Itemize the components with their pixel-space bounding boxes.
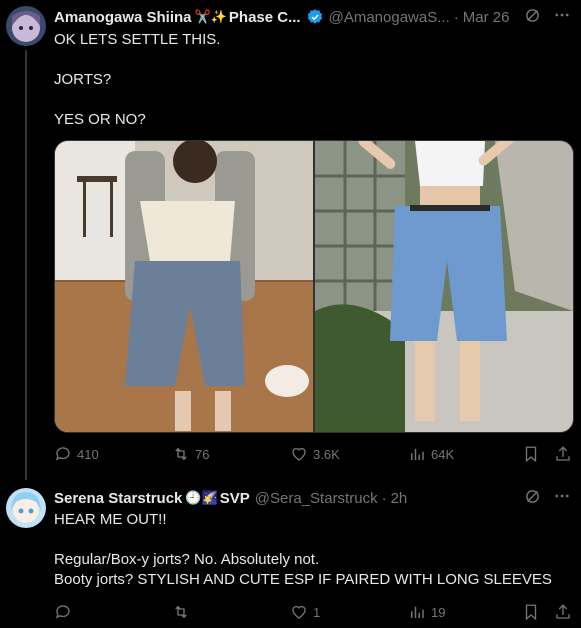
like-button[interactable]: 3.6K — [290, 445, 408, 463]
grok-icon[interactable] — [524, 7, 541, 28]
views-button[interactable]: 64K — [408, 445, 508, 463]
tweet-text: OK LETS SETTLE THIS. JORTS? YES OR NO? — [54, 31, 221, 128]
repost-icon — [175, 605, 187, 619]
heart-icon — [292, 447, 306, 461]
repost-button[interactable] — [172, 603, 290, 621]
display-name[interactable]: Serena Starstruck — [54, 490, 182, 507]
timestamp[interactable]: Mar 26 — [463, 9, 510, 26]
grok-icon[interactable] — [524, 488, 541, 509]
repost-icon — [175, 447, 187, 461]
separator-dot: · — [381, 489, 387, 507]
more-icon[interactable] — [553, 6, 571, 28]
tweet-header: Serena Starstruck 🕘🌠 SVP @Sera_Starstruc… — [54, 487, 571, 509]
timestamp[interactable]: 2h — [391, 490, 408, 507]
verified-badge-icon — [306, 8, 324, 26]
views-icon — [411, 606, 424, 618]
reply-icon — [55, 447, 70, 461]
display-name[interactable]: Amanogawa Shiina — [54, 9, 192, 26]
bookmark-icon[interactable] — [522, 445, 540, 463]
views-count: 19 — [431, 604, 446, 620]
tweet-actions: 1 19 — [54, 601, 572, 623]
display-name-suffix[interactable]: Phase C... — [229, 9, 301, 26]
handle[interactable]: @Sera_Starstruck — [255, 490, 378, 507]
name-emoji: ✂️✨ — [194, 9, 227, 24]
share-icon[interactable] — [554, 445, 572, 463]
reply-icon — [55, 605, 70, 619]
more-icon[interactable] — [553, 487, 571, 509]
handle[interactable]: @AmanogawaS... — [329, 9, 450, 26]
views-icon — [411, 448, 424, 460]
media-image-right[interactable] — [315, 141, 573, 432]
tweet-media[interactable] — [54, 140, 574, 433]
avatar[interactable] — [6, 6, 46, 46]
bookmark-icon[interactable] — [522, 603, 540, 621]
like-count: 3.6K — [313, 446, 340, 462]
views-button[interactable]: 19 — [408, 603, 508, 621]
like-button[interactable]: 1 — [290, 603, 408, 621]
tweet-text: HEAR ME OUT!! Regular/Box-y jorts? No. A… — [54, 511, 552, 588]
repost-count: 76 — [195, 446, 210, 462]
media-image-left[interactable] — [55, 141, 313, 432]
like-count: 1 — [313, 604, 321, 620]
separator-dot: · — [453, 8, 459, 26]
display-name-suffix[interactable]: SVP — [220, 490, 250, 507]
tweet-header: Amanogawa Shiina ✂️✨ Phase C... @Amanoga… — [54, 6, 571, 28]
reply-button[interactable] — [54, 603, 172, 621]
views-count: 64K — [431, 446, 455, 462]
avatar[interactable] — [6, 488, 46, 528]
name-emoji: 🕘🌠 — [185, 490, 218, 505]
share-icon[interactable] — [554, 603, 572, 621]
reply-count: 410 — [77, 446, 99, 462]
tweet-actions: 410 76 3.6K 64K — [54, 443, 572, 465]
heart-icon — [292, 605, 306, 619]
repost-button[interactable]: 76 — [172, 445, 290, 463]
thread-connector-line — [25, 50, 27, 480]
reply-button[interactable]: 410 — [54, 445, 172, 463]
